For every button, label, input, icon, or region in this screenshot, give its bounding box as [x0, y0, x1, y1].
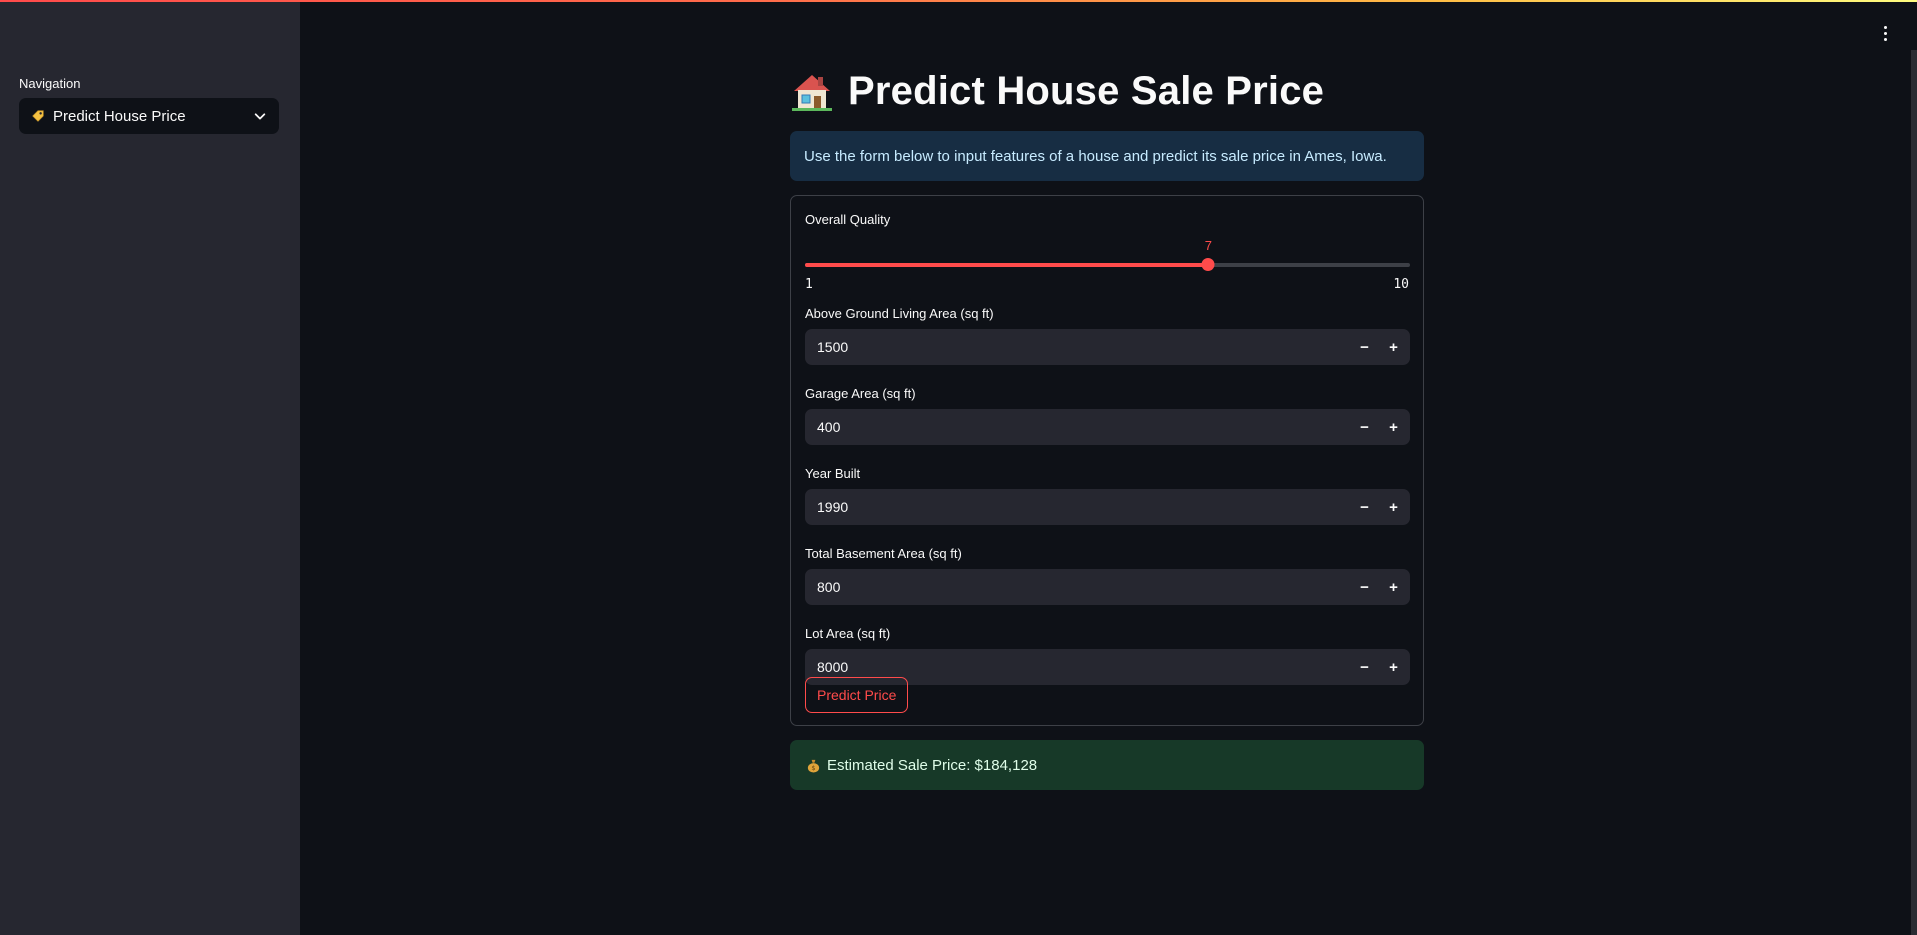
money-bag-icon: $: [806, 758, 821, 773]
predict-price-button[interactable]: Predict Price: [805, 677, 909, 713]
year-built-increment-button[interactable]: +: [1379, 489, 1408, 525]
scrollbar[interactable]: [1911, 50, 1917, 935]
year-built-decrement-button[interactable]: −: [1350, 489, 1379, 525]
garage-area-decrement-button[interactable]: −: [1350, 409, 1379, 445]
svg-text:$: $: [811, 764, 815, 772]
navigation-select[interactable]: Predict House Price: [19, 98, 279, 134]
page-title: Predict House Sale Price: [790, 60, 1424, 122]
chevron-down-icon: [253, 109, 267, 123]
basement-area-decrement-button[interactable]: −: [1350, 569, 1379, 605]
year-built-field: Year Built − +: [805, 466, 1410, 525]
sidebar: Navigation Predict House Price: [0, 0, 300, 935]
overall-quality-label: Overall Quality: [805, 212, 891, 227]
result-text: Estimated Sale Price: $184,128: [827, 756, 1038, 774]
basement-area-field: Total Basement Area (sq ft) − +: [805, 546, 1410, 605]
navigation-select-value: Predict House Price: [53, 107, 186, 125]
navigation-label: Navigation: [19, 76, 81, 91]
year-built-number-input: − +: [805, 489, 1410, 525]
slider-fill: [805, 263, 1209, 267]
garage-area-increment-button[interactable]: +: [1379, 409, 1408, 445]
main-content: Predict House Sale Price Use the form be…: [790, 60, 1424, 790]
slider-min-label: 1: [805, 277, 813, 292]
garage-area-field: Garage Area (sq ft) − +: [805, 386, 1410, 445]
slider-thumb[interactable]: [1201, 258, 1215, 271]
living-area-number-input: − +: [805, 329, 1410, 365]
lot-area-label: Lot Area (sq ft): [805, 626, 891, 641]
basement-area-input[interactable]: [805, 569, 1350, 605]
result-success-alert: $ Estimated Sale Price: $184,128: [790, 740, 1424, 790]
living-area-field: Above Ground Living Area (sq ft) − +: [805, 306, 1410, 365]
page-title-text: Predict House Sale Price: [848, 68, 1325, 113]
kebab-menu-icon[interactable]: [1876, 22, 1894, 44]
year-built-label: Year Built: [805, 466, 861, 481]
house-icon: [790, 69, 834, 113]
top-decoration-bar: [0, 0, 1917, 2]
living-area-input[interactable]: [805, 329, 1350, 365]
prediction-form: Overall Quality 7 1 10 Above Ground Livi…: [790, 195, 1424, 726]
living-area-decrement-button[interactable]: −: [1350, 329, 1379, 365]
slider-track[interactable]: [805, 258, 1410, 271]
living-area-label: Above Ground Living Area (sq ft): [805, 306, 994, 321]
basement-area-number-input: − +: [805, 569, 1410, 605]
slider-max-label: 10: [1393, 277, 1409, 292]
living-area-increment-button[interactable]: +: [1379, 329, 1408, 365]
garage-area-input[interactable]: [805, 409, 1350, 445]
basement-area-label: Total Basement Area (sq ft): [805, 546, 962, 561]
lot-area-decrement-button[interactable]: −: [1350, 649, 1379, 685]
slider-current-value: 7: [1204, 238, 1212, 253]
overall-quality-slider[interactable]: 7 1 10: [805, 227, 1410, 292]
lot-area-increment-button[interactable]: +: [1379, 649, 1408, 685]
basement-area-increment-button[interactable]: +: [1379, 569, 1408, 605]
label-tag-icon: [31, 109, 45, 123]
garage-area-number-input: − +: [805, 409, 1410, 445]
info-alert: Use the form below to input features of …: [790, 131, 1424, 181]
year-built-input[interactable]: [805, 489, 1350, 525]
garage-area-label: Garage Area (sq ft): [805, 386, 916, 401]
